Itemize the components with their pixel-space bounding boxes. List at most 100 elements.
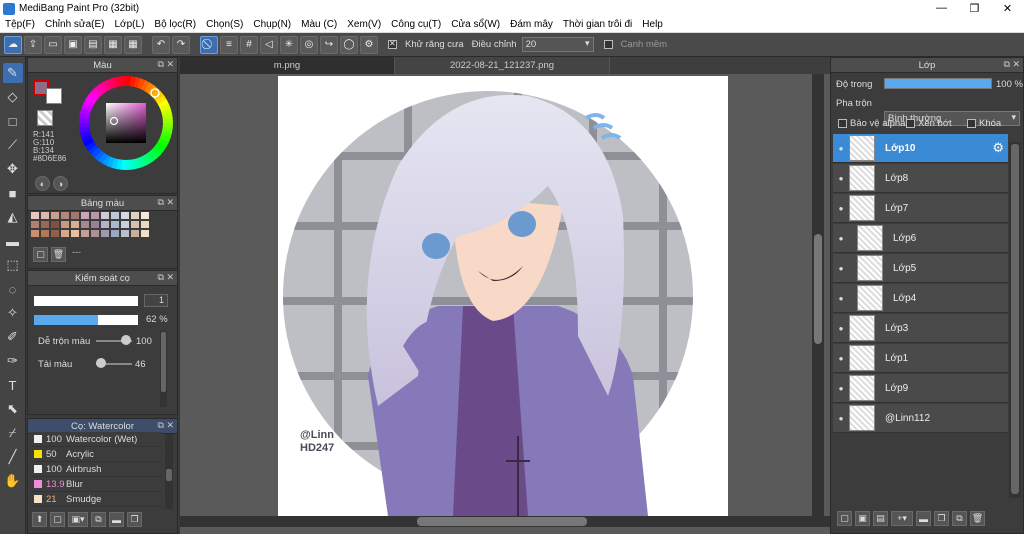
- layer-row[interactable]: ● Lớp1: [833, 344, 1008, 373]
- palette-swatch[interactable]: [31, 221, 39, 228]
- line-tool-icon[interactable]: ⟋: [3, 135, 23, 155]
- color-slider-icon[interactable]: ◑: [53, 176, 68, 191]
- new-palette-icon[interactable]: ▢: [33, 247, 48, 262]
- vertical-scroll-thumb[interactable]: [814, 234, 822, 344]
- palette-swatch[interactable]: [101, 230, 109, 237]
- eraser-tool-icon[interactable]: ◇: [3, 87, 23, 107]
- layer-row[interactable]: ● Lớp3: [833, 314, 1008, 343]
- palette-swatch[interactable]: [41, 230, 49, 237]
- panel-close-icon[interactable]: ⧉ ✕: [1004, 59, 1020, 70]
- close-button[interactable]: ✕: [991, 2, 1024, 15]
- layer-row[interactable]: ● Lớp4: [833, 284, 1008, 313]
- layer-folder-icon[interactable]: ▬: [916, 511, 931, 526]
- panel-close-icon[interactable]: ⧉ ✕: [158, 272, 174, 283]
- palette-swatch[interactable]: [81, 221, 89, 228]
- select-tool-icon[interactable]: ⬚: [3, 255, 23, 275]
- vanish-snap-icon[interactable]: ◁: [260, 35, 278, 54]
- brush-tool-icon[interactable]: ✎: [2, 63, 23, 83]
- radial-snap-icon[interactable]: ✳: [280, 35, 298, 54]
- palette-swatch[interactable]: [71, 221, 79, 228]
- visibility-eye-icon[interactable]: ●: [833, 264, 849, 273]
- palette-swatch[interactable]: [61, 212, 69, 219]
- new-8bit-layer-icon[interactable]: ▤: [873, 511, 888, 526]
- layer-row[interactable]: ● Lớp5: [833, 254, 1008, 283]
- palette-swatch[interactable]: [81, 212, 89, 219]
- palette-swatch[interactable]: [71, 230, 79, 237]
- palette-swatch[interactable]: [111, 230, 119, 237]
- new-halftone-layer-icon[interactable]: ▣: [855, 511, 870, 526]
- panel-close-icon[interactable]: ⧉ ✕: [158, 197, 174, 208]
- visibility-eye-icon[interactable]: ●: [833, 354, 849, 363]
- lasso-tool-icon[interactable]: ◌: [3, 279, 23, 299]
- tab-screenshot-png[interactable]: 2022-08-21_121237.png: [395, 57, 610, 74]
- horizontal-scroll-thumb[interactable]: [417, 517, 587, 526]
- menu-filter[interactable]: Bộ lọc(R): [149, 19, 201, 30]
- visibility-eye-icon[interactable]: ●: [833, 174, 849, 183]
- curve-snap-icon[interactable]: ↪: [320, 35, 338, 54]
- brush-list-scrollbar[interactable]: [165, 434, 173, 509]
- palette-swatch[interactable]: [51, 212, 59, 219]
- palette-swatch[interactable]: [141, 230, 149, 237]
- color-mode-icon[interactable]: ◐: [35, 176, 50, 191]
- palette-swatch[interactable]: [141, 212, 149, 219]
- operation-tool-icon[interactable]: ⬉: [3, 399, 23, 419]
- select-pen-icon[interactable]: ✐: [3, 327, 23, 347]
- palette-swatch[interactable]: [41, 212, 49, 219]
- menu-snap[interactable]: Chụp(N): [248, 19, 296, 30]
- brush-item[interactable]: 50 Acrylic: [30, 447, 162, 462]
- palette-swatch[interactable]: [61, 230, 69, 237]
- palette-swatch[interactable]: [81, 230, 89, 237]
- panel-close-icon[interactable]: ⧉ ✕: [158, 420, 174, 431]
- redo-icon[interactable]: ↷: [172, 35, 190, 54]
- palette-swatch[interactable]: [31, 230, 39, 237]
- brush-add-icon[interactable]: ⬆: [32, 512, 47, 527]
- soft-edge-checkbox[interactable]: [603, 40, 613, 49]
- duplicate-layer-icon[interactable]: ❐: [934, 511, 949, 526]
- move-tool-icon[interactable]: ✥: [3, 159, 23, 179]
- transparent-color-swatch[interactable]: [37, 110, 53, 126]
- delete-layer-icon[interactable]: 🗑: [970, 511, 985, 526]
- visibility-eye-icon[interactable]: ●: [833, 204, 849, 213]
- visibility-eye-icon[interactable]: ●: [833, 384, 849, 393]
- brush-copy-icon[interactable]: ⧉: [91, 512, 106, 527]
- palette-swatch[interactable]: [111, 212, 119, 219]
- circle-snap-icon[interactable]: ◎: [300, 35, 318, 54]
- new-layer-icon[interactable]: ▢: [837, 511, 852, 526]
- palette-swatch[interactable]: [121, 230, 129, 237]
- pages-icon[interactable]: ▦: [104, 35, 122, 54]
- palette-swatch[interactable]: [31, 212, 39, 219]
- tab-m-png[interactable]: m.png: [180, 57, 395, 74]
- vertical-scrollbar[interactable]: [812, 74, 824, 516]
- ellipse-snap-icon[interactable]: ◯: [340, 35, 358, 54]
- select-eraser-icon[interactable]: ✑: [3, 351, 23, 371]
- protect-alpha-checkbox[interactable]: [838, 119, 847, 128]
- palette-swatch[interactable]: [121, 212, 129, 219]
- lock-checkbox[interactable]: [967, 119, 976, 128]
- eyedropper-icon[interactable]: ⌿: [3, 423, 23, 443]
- divide-tool-icon[interactable]: ╱: [3, 447, 23, 467]
- layer-settings-icon[interactable]: ⚙: [992, 140, 1004, 156]
- color-wheel[interactable]: [78, 75, 174, 171]
- brush-control-scrollbar[interactable]: [160, 331, 167, 407]
- menu-edit[interactable]: Chỉnh sửa(E): [40, 19, 110, 30]
- panel-close-icon[interactable]: ⧉ ✕: [158, 59, 174, 70]
- palette-swatch[interactable]: [51, 230, 59, 237]
- antialias-checkbox[interactable]: [388, 39, 397, 49]
- grid-icon[interactable]: ▦: [124, 35, 142, 54]
- layer-scrollbar[interactable]: [1009, 142, 1021, 498]
- brush-item[interactable]: 13.9 Blur: [30, 477, 162, 492]
- mix-slider-handle[interactable]: [121, 335, 131, 345]
- cross-snap-icon[interactable]: #: [240, 35, 258, 54]
- share-icon[interactable]: ⇪: [24, 35, 42, 54]
- menu-tools[interactable]: Công cụ(T): [386, 19, 446, 30]
- gradient-tool-icon[interactable]: ▬: [3, 231, 23, 251]
- palette-swatch[interactable]: [41, 221, 49, 228]
- adjust-select[interactable]: 20: [521, 37, 594, 52]
- menu-window[interactable]: Cửa sổ(W): [446, 19, 505, 30]
- brush-item[interactable]: 100 Airbrush: [30, 462, 162, 477]
- brush-folder-icon[interactable]: ▬: [109, 512, 124, 527]
- palette-swatch[interactable]: [71, 212, 79, 219]
- visibility-eye-icon[interactable]: ●: [833, 414, 849, 423]
- maximize-button[interactable]: ❐: [958, 2, 991, 15]
- comment-icon[interactable]: ▭: [44, 35, 62, 54]
